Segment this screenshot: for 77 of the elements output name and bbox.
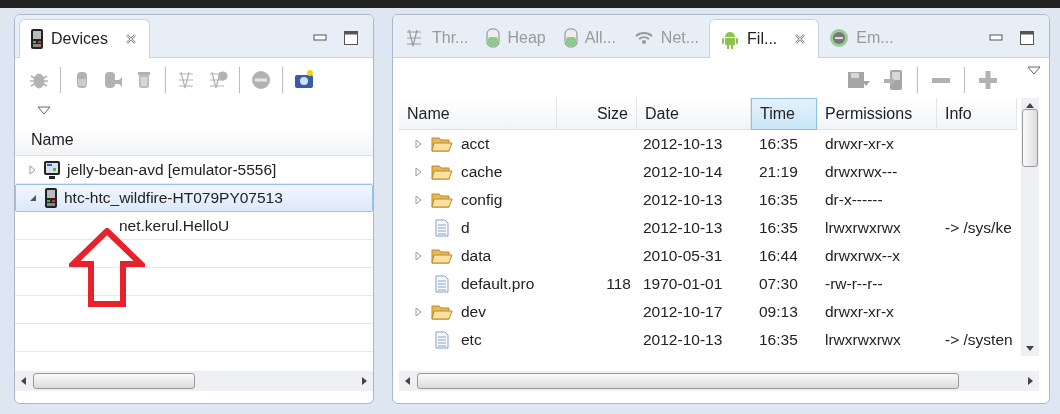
table-cell-text: 16:35 — [758, 190, 799, 210]
table-cell: dev — [399, 298, 557, 326]
table-cell-text: 09:13 — [758, 302, 799, 322]
table-cell-text: 2012-10-13 — [642, 190, 724, 210]
vertical-scrollbar[interactable] — [1021, 98, 1039, 356]
table-cell: cache — [399, 158, 557, 186]
android-icon — [720, 29, 741, 49]
table-cell: etc — [399, 326, 557, 354]
table-cell-text: 21:19 — [758, 162, 799, 182]
table-cell-text: 2012-10-17 — [642, 302, 724, 322]
expand-toggle-icon[interactable] — [28, 193, 38, 203]
table-cell-text: lrwxrwxrwx — [824, 330, 902, 350]
devices-tab[interactable]: Devices — [19, 19, 150, 58]
table-cell-text: drwxr-xr-x — [824, 302, 895, 322]
table-cell-text: 2012-10-14 — [642, 162, 724, 182]
expand-toggle-icon[interactable] — [413, 307, 423, 317]
horizontal-scrollbar[interactable] — [399, 371, 1039, 391]
view-menu-icon[interactable] — [37, 106, 51, 115]
expand-toggle-icon[interactable] — [413, 167, 423, 177]
minimize-icon[interactable] — [989, 34, 1003, 42]
table-cell-text: dr-x------ — [824, 190, 884, 210]
expand-toggle-icon[interactable] — [413, 195, 423, 205]
table-cell-text: 16:44 — [758, 246, 799, 266]
table-cell-text: 07:30 — [758, 274, 799, 294]
column-header[interactable]: Info — [937, 98, 1017, 130]
camera-icon[interactable] — [294, 70, 314, 90]
table-cell-text: 2012-10-13 — [642, 134, 724, 154]
expand-toggle-icon[interactable] — [27, 164, 37, 175]
scroll-left-icon[interactable] — [405, 377, 411, 385]
table-cell-text: 16:35 — [758, 134, 799, 154]
expand-toggle-icon[interactable] — [413, 139, 423, 149]
column-header[interactable]: Permissions — [817, 98, 937, 130]
monitor-icon — [43, 159, 61, 180]
table-cell-text: 16:35 — [758, 218, 799, 238]
table-cell-text: -> /sys/ke — [944, 218, 1013, 238]
maximize-icon[interactable] — [1019, 30, 1035, 46]
scroll-right-icon[interactable] — [361, 377, 367, 385]
expand-toggle-icon[interactable] — [413, 251, 423, 261]
scroll-down-icon[interactable] — [1026, 345, 1034, 351]
minimize-icon[interactable] — [313, 34, 327, 42]
column-header[interactable]: Date — [637, 98, 751, 130]
table-cell-text: -rw-r--r-- — [824, 274, 884, 294]
table-cell-text: 118 — [605, 274, 632, 294]
table-cell-text: 16:35 — [758, 330, 799, 350]
table-cell: acct — [399, 130, 557, 158]
view-tab[interactable]: Fil... — [709, 19, 820, 58]
table-cell-text: -> /systen — [944, 330, 1014, 350]
column-header[interactable]: Size — [557, 98, 637, 130]
table-cell: data — [399, 242, 557, 270]
horizontal-scrollbar[interactable] — [15, 371, 373, 391]
scroll-thumb[interactable] — [33, 373, 195, 389]
close-icon[interactable] — [124, 33, 137, 45]
client-row[interactable]: net.kerul.HelloU — [15, 212, 373, 240]
phone-icon — [30, 29, 44, 49]
table-cell-text: lrwxrwxrwx — [824, 218, 902, 238]
table-cell-text: drwxrwx--x — [824, 246, 901, 266]
scroll-right-icon[interactable] — [1027, 377, 1033, 385]
view-menu-icon[interactable] — [1027, 66, 1041, 75]
scroll-thumb[interactable] — [417, 373, 959, 389]
maximize-icon[interactable] — [343, 30, 359, 46]
phone-icon — [44, 188, 58, 208]
table-cell: config — [399, 186, 557, 214]
device-row[interactable]: htc-htc_wildfire-HT079PY07513 — [15, 184, 373, 212]
table-cell-text: 2012-10-13 — [642, 218, 724, 238]
column-header[interactable]: Name — [399, 98, 557, 130]
wifi-icon — [633, 30, 654, 46]
table-cell-text: 1970-01-01 — [642, 274, 724, 294]
table-cell-text: 2010-05-31 — [642, 246, 724, 266]
table-cell-text: drwxr-xr-x — [824, 134, 895, 154]
table-cell-text: 2012-10-13 — [642, 330, 724, 350]
scroll-thumb[interactable] — [1022, 109, 1038, 167]
table-cell-text: drwxrwx--- — [824, 162, 899, 182]
close-icon[interactable] — [794, 33, 807, 45]
table-cell: d — [399, 214, 557, 242]
column-header[interactable]: Time — [751, 98, 817, 130]
table-cell: default.pro — [399, 270, 557, 298]
scroll-left-icon[interactable] — [21, 377, 27, 385]
